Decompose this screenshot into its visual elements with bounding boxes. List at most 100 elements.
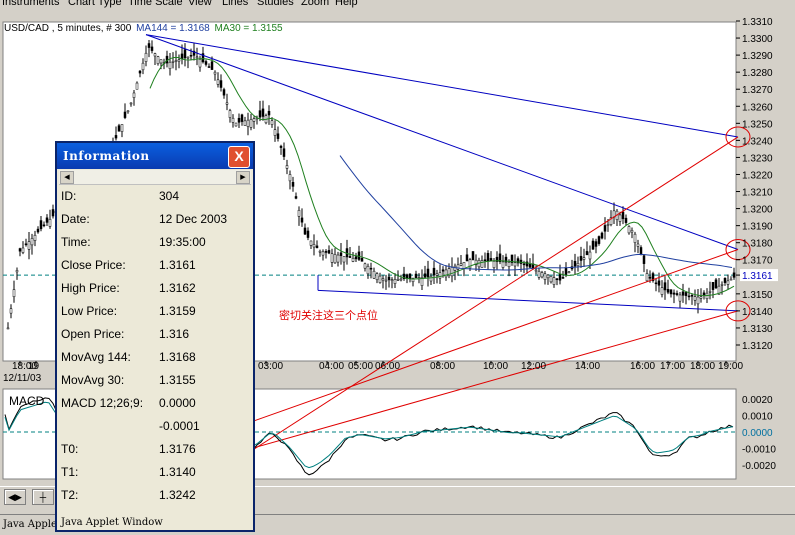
candle-body: [132, 92, 136, 98]
candle-body: [9, 308, 13, 314]
candle-body: [135, 82, 139, 90]
candle-body: [285, 165, 289, 169]
price-tick-label: 1.3210: [742, 188, 773, 199]
candle-body: [291, 182, 295, 187]
candle-body: [537, 270, 541, 278]
candle-body: [453, 265, 457, 271]
chart-legend: USD/CAD , 5 minutes, # 300 MA144 = 1.316…: [4, 23, 285, 34]
candle-body: [153, 53, 157, 57]
candle-body: [141, 62, 145, 71]
price-tick-label: 1.3260: [742, 102, 773, 113]
candle-body: [540, 272, 544, 278]
candle-body: [555, 278, 559, 280]
price-tick-label: 1.3290: [742, 51, 773, 62]
candle-body: [21, 247, 25, 253]
candle-body: [186, 56, 190, 59]
price-tick-label: 1.3310: [742, 17, 773, 28]
menu-zoom[interactable]: Zoom: [301, 0, 329, 8]
menu-instruments[interactable]: Instruments: [2, 0, 59, 8]
menu-chart-type[interactable]: Chart Type: [68, 0, 122, 8]
menu-help[interactable]: Help: [335, 0, 358, 8]
horizontal-scrollbar[interactable]: ◀ ▶: [59, 170, 251, 185]
candle-body: [669, 289, 673, 295]
candle-body: [708, 291, 712, 293]
candle-body: [690, 294, 694, 297]
candle-body: [552, 277, 556, 285]
scroll-left-arrow-icon[interactable]: ◀: [60, 171, 74, 184]
menu-view[interactable]: View: [188, 0, 212, 8]
info-key: ID:: [61, 189, 77, 203]
candle-body: [627, 226, 631, 234]
macd-tick-label: -0.0010: [742, 445, 776, 456]
candle-body: [222, 89, 226, 96]
candle-body: [441, 269, 445, 272]
candle-body: [225, 102, 229, 105]
candle-body: [456, 264, 460, 270]
time-tick-label: 18:00: [690, 361, 715, 372]
candle-body: [123, 111, 127, 118]
candle-body: [576, 263, 580, 267]
candle-body: [621, 211, 625, 220]
info-row: Date: 12 Dec 2003: [61, 208, 251, 231]
menu-bar: Instruments Chart Type Time Scale View L…: [0, 0, 795, 9]
candle-body: [180, 53, 184, 60]
candle-body: [324, 251, 328, 253]
time-tick-label: 17:00: [660, 361, 685, 372]
candle-body: [699, 296, 703, 299]
candle-body: [210, 61, 214, 70]
candle-body: [471, 251, 475, 261]
scroll-left-button[interactable]: ◀▶: [4, 489, 26, 505]
candle-body: [213, 71, 217, 75]
menu-lines[interactable]: Lines: [222, 0, 248, 8]
candle-body: [342, 256, 346, 263]
info-key: MovAvg 30:: [61, 373, 125, 387]
macd-tick-label: 0.0000: [742, 428, 773, 439]
candle-body: [582, 257, 586, 260]
candle-body: [117, 125, 121, 132]
candle-body: [177, 59, 181, 62]
candle-body: [30, 238, 34, 246]
candle-body: [168, 61, 172, 69]
time-tick-label: 19:00: [718, 361, 743, 372]
dialog-titlebar[interactable]: Information X: [57, 143, 253, 169]
crosshair-button[interactable]: ┼: [32, 489, 54, 505]
candle-body: [300, 217, 304, 223]
menu-time-scale[interactable]: Time Scale: [128, 0, 183, 8]
time-tick-label: 08:00: [430, 361, 455, 372]
candle-body: [315, 245, 319, 249]
candle-body: [483, 259, 487, 262]
candle-body: [732, 272, 736, 278]
candle-body: [606, 224, 610, 226]
dialog-title: Information: [63, 149, 150, 163]
info-row: MACD 12;26;9: 0.0000: [61, 392, 251, 415]
candle-body: [696, 296, 700, 305]
menu-studies[interactable]: Studies: [257, 0, 294, 8]
candle-body: [549, 276, 553, 283]
candle-body: [339, 252, 343, 256]
info-value: 1.3168: [159, 350, 196, 364]
candle-body: [534, 269, 538, 272]
information-dialog[interactable]: Information X ◀ ▶ ID: 304 Date: 12 Dec 2003…: [55, 141, 255, 532]
price-tick-label: 1.3180: [742, 239, 773, 250]
candle-body: [399, 278, 403, 281]
close-icon: X: [234, 148, 244, 164]
candle-body: [174, 60, 178, 62]
candle-body: [309, 240, 313, 246]
candle-body: [573, 260, 577, 267]
candle-body: [579, 255, 583, 261]
candle-body: [51, 209, 55, 217]
scroll-right-arrow-icon[interactable]: ▶: [236, 171, 250, 184]
candle-body: [204, 61, 208, 65]
close-button[interactable]: X: [228, 146, 250, 168]
candle-body: [270, 120, 274, 125]
info-value: 1.3242: [159, 488, 196, 502]
candle-body: [486, 253, 490, 262]
price-tick-label: 1.3270: [742, 85, 773, 96]
candle-body: [432, 267, 436, 276]
candle-body: [126, 110, 130, 113]
candle-body: [351, 257, 355, 262]
candle-body: [633, 233, 637, 243]
candle-body: [288, 174, 292, 182]
candle-body: [348, 256, 352, 258]
candle-body: [366, 266, 370, 275]
